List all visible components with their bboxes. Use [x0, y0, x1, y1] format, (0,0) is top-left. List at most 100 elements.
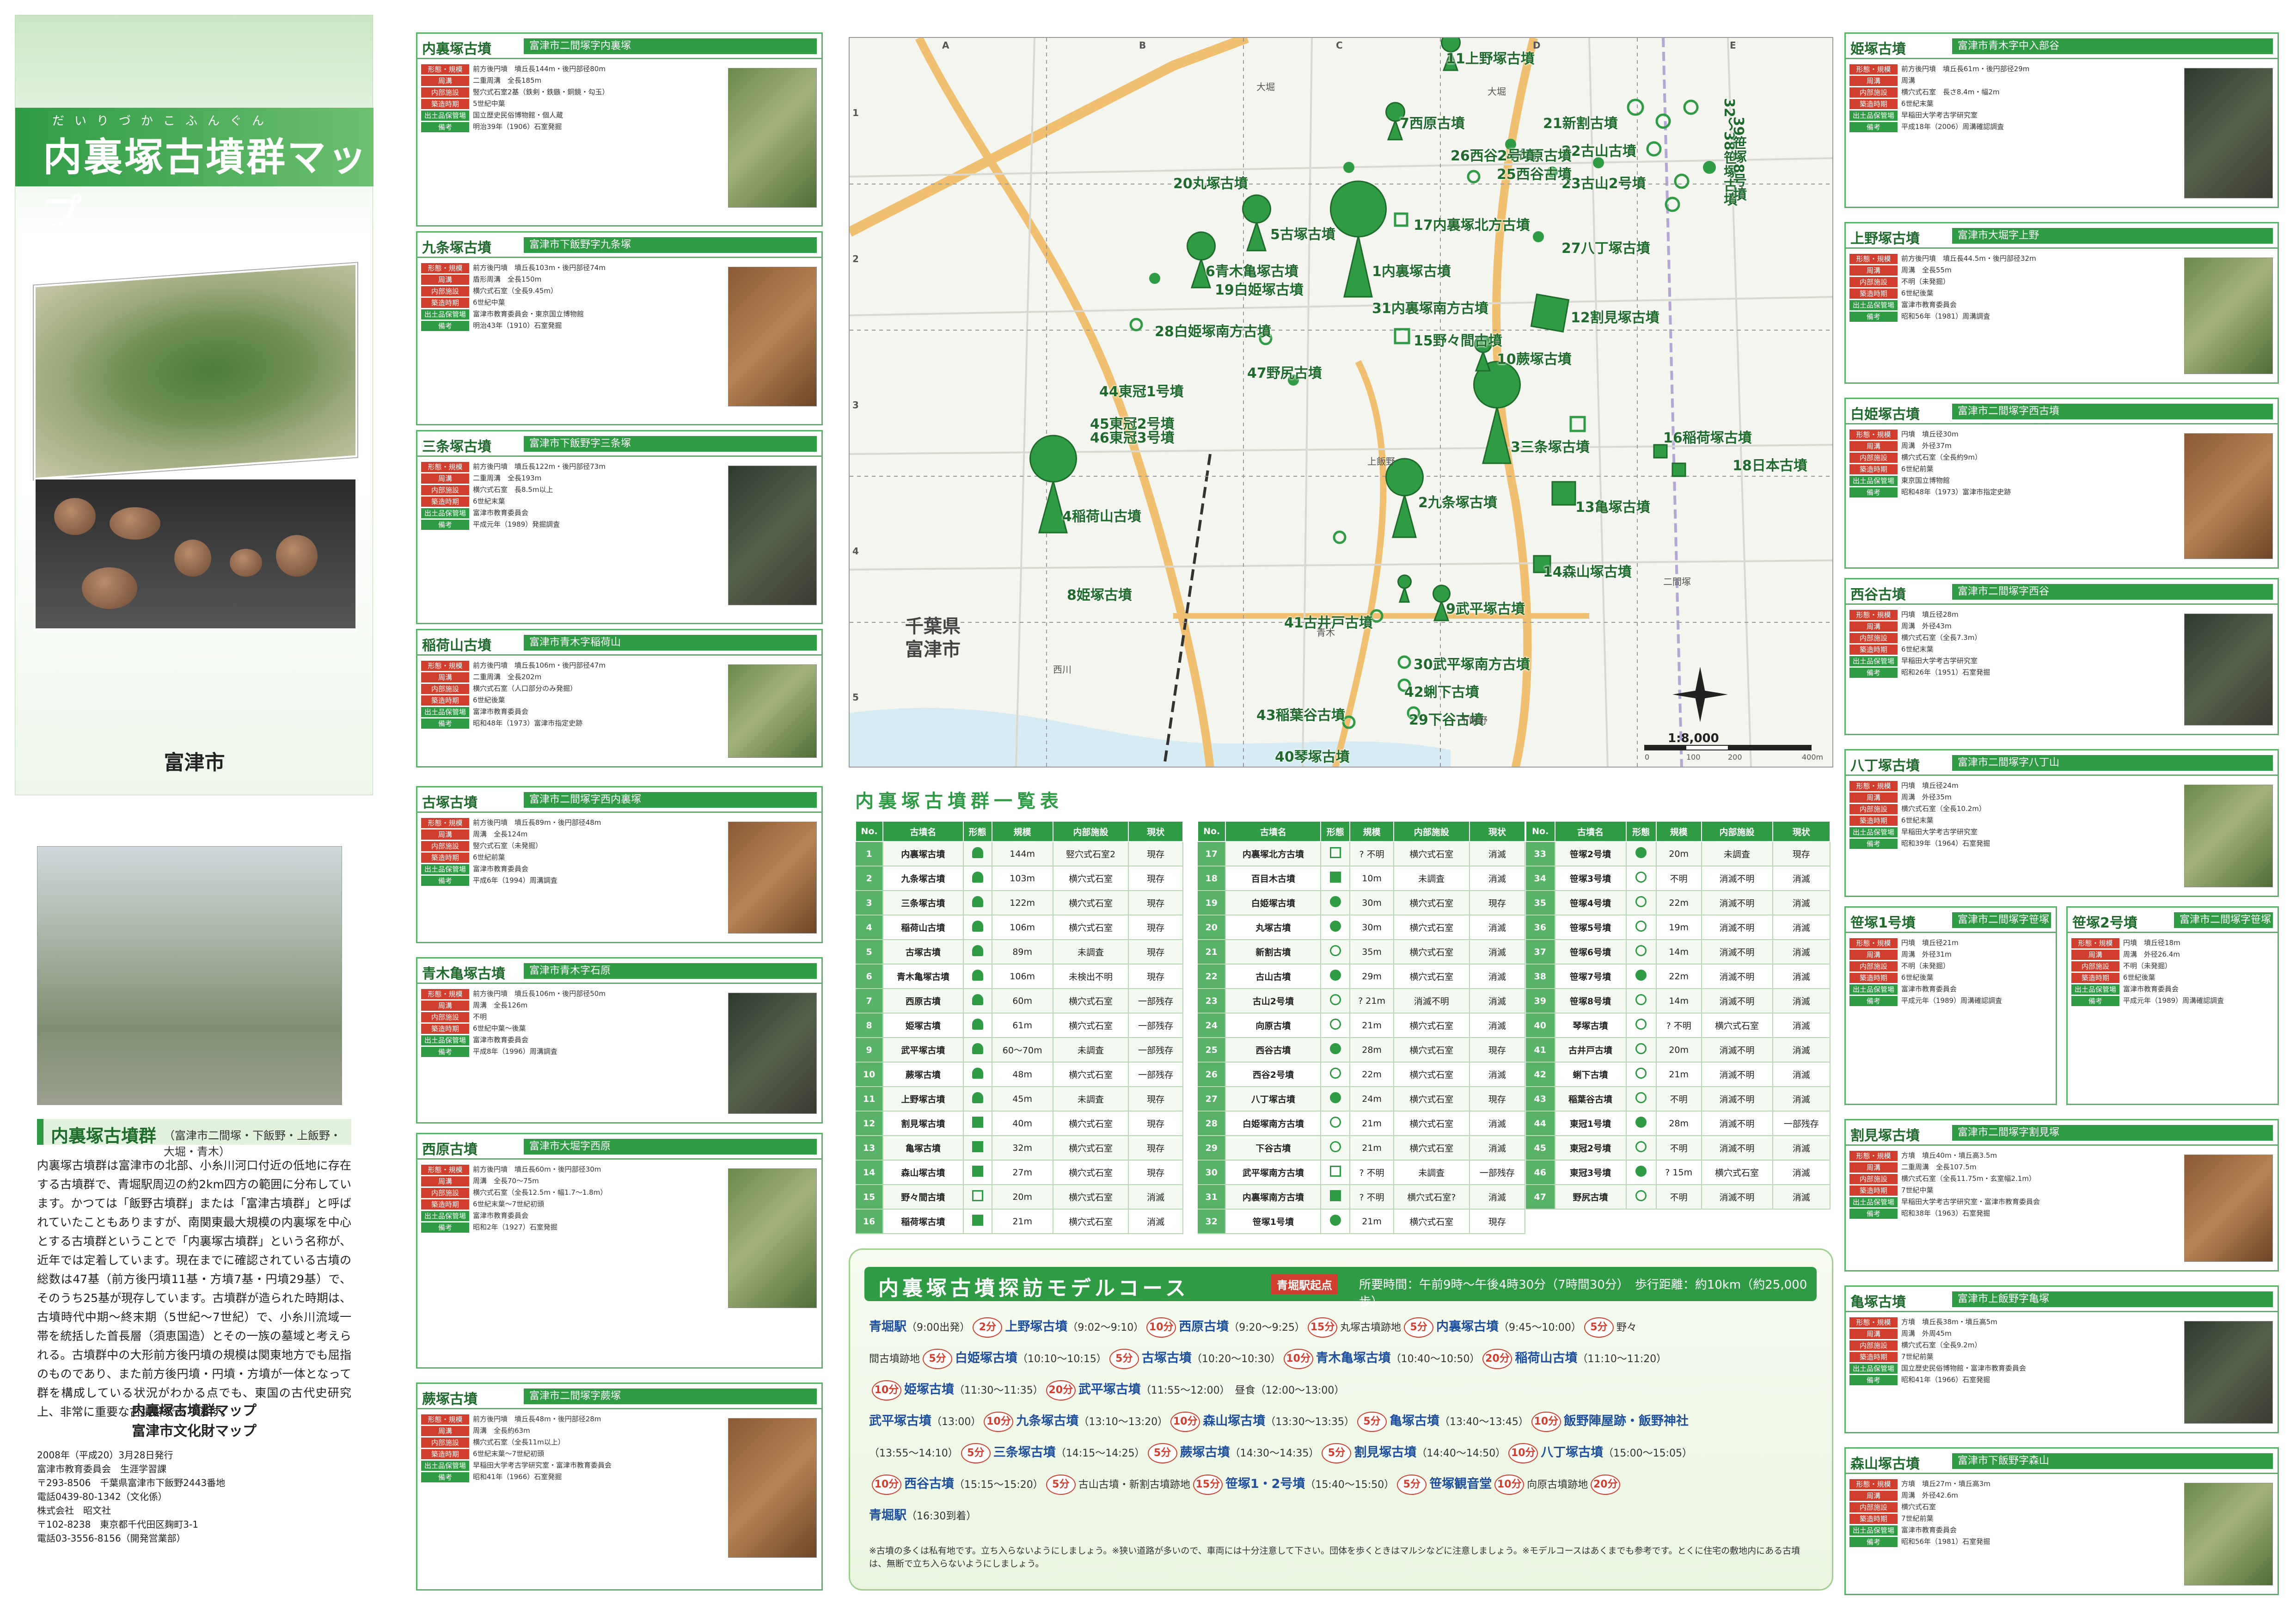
course-stop[interactable]: 稲荷山古墳: [1515, 1351, 1577, 1365]
course-stop[interactable]: 森山塚古墳: [1203, 1414, 1265, 1428]
map-label[interactable]: 28白姫塚南方古墳: [1155, 320, 1271, 340]
map-label[interactable]: 20丸塚古墳: [1173, 172, 1248, 192]
list-no: 35: [1526, 891, 1555, 915]
list-size: ? 不明: [1656, 1013, 1702, 1038]
site-row: 出土品保管場所富津市教育委員会: [1849, 984, 2053, 1004]
course-minutes-badge: 5分: [961, 1443, 991, 1463]
map-label[interactable]: 47野尻古墳: [1247, 362, 1322, 382]
map-label[interactable]: 46東冠3号墳: [1090, 426, 1175, 447]
site-row-label: 内部施設: [2071, 961, 2119, 971]
site-name: 西原古墳: [422, 1142, 478, 1158]
course-stop[interactable]: 九条塚古墳: [1016, 1414, 1078, 1428]
map-label[interactable]: 39笹塚8号墳: [1728, 117, 1748, 201]
map-label[interactable]: 16稲荷塚古墳: [1663, 426, 1752, 447]
list-status: 一部残存: [1772, 1111, 1831, 1136]
site-row-value: 横穴式石室（全長約9m）: [1901, 453, 1982, 461]
map-label[interactable]: 13亀塚古墳: [1575, 496, 1650, 516]
course-stop[interactable]: 武平塚古墳: [869, 1414, 931, 1428]
course-stop[interactable]: 三条塚古墳: [993, 1445, 1056, 1460]
course-stop[interactable]: 笹塚観音堂: [1429, 1477, 1492, 1491]
map-label[interactable]: 27八丁塚古墳: [1561, 237, 1650, 257]
course-stop[interactable]: 古塚古墳: [1142, 1351, 1192, 1365]
map-label[interactable]: 18日本古墳: [1733, 454, 1807, 474]
list-no: 4: [856, 915, 884, 940]
site-row: 備考 昭和48年（1973）富津市指定史跡: [1849, 487, 2178, 498]
table-row: 16 稲荷塚古墳 21m 横穴式石室 消滅: [856, 1209, 1183, 1234]
site-row-value: 横穴式石室 長さ8.4m・幅2m: [1901, 88, 2000, 96]
map-label[interactable]: 4稲荷山古墳: [1062, 505, 1141, 525]
map-label[interactable]: 7西原古墳: [1400, 112, 1465, 132]
course-stop[interactable]: 白姫塚古墳: [955, 1351, 1017, 1365]
site-photo: [728, 466, 817, 605]
course-stop[interactable]: 青木亀塚古墳: [1316, 1351, 1391, 1365]
course-minutes-badge: 5分: [1147, 1443, 1177, 1463]
site-row-label: 築造時期: [1849, 973, 1898, 983]
site-row-value: 平成元年（1989）周溝確認調査: [1901, 996, 2002, 1005]
course-stop[interactable]: 八丁塚古墳: [1541, 1445, 1603, 1460]
map-label[interactable]: 19白姫塚古墳: [1215, 278, 1304, 299]
list-internal: 消滅不明: [1701, 1136, 1773, 1161]
map-label[interactable]: 9武平塚古墳: [1446, 597, 1525, 618]
map-label[interactable]: 31内裏塚南方古墳: [1372, 297, 1488, 317]
list-internal: 横穴式石室: [1393, 1038, 1470, 1063]
course-stop[interactable]: 姫塚古墳: [904, 1382, 954, 1397]
map-label[interactable]: 12割見塚古墳: [1571, 306, 1659, 326]
course-stop[interactable]: 内裏塚古墳: [1436, 1320, 1499, 1334]
course-stop[interactable]: 亀塚古墳: [1390, 1414, 1439, 1428]
course-stop[interactable]: 飯野陣屋跡・飯野神社: [1564, 1414, 1689, 1428]
map-label[interactable]: 23古山2号墳: [1561, 172, 1646, 192]
list-size: 22m: [1656, 891, 1702, 915]
course-stop[interactable]: 蕨塚古墳: [1180, 1445, 1230, 1460]
list-no: 46: [1526, 1160, 1555, 1185]
site-row: 築造時期 6世紀末葉: [1849, 645, 2178, 655]
list-status: 一部残存: [1469, 1160, 1526, 1185]
map-label[interactable]: 8姫塚古墳: [1067, 584, 1132, 604]
list-name: 笹塚1号墳: [1225, 1209, 1322, 1234]
map-label[interactable]: 21新割古墳: [1543, 112, 1618, 132]
map-label[interactable]: 15野々間古墳: [1414, 329, 1502, 350]
map-label[interactable]: 25西谷古墳: [1497, 163, 1572, 183]
map-label[interactable]: 40琴塚古墳: [1275, 745, 1350, 766]
course-stop[interactable]: 武平塚古墳: [1078, 1382, 1141, 1397]
site-photo: [2184, 68, 2273, 198]
course-stop[interactable]: 笹塚1・2号墳: [1225, 1477, 1305, 1491]
course-stop[interactable]: 西谷古墳: [904, 1477, 954, 1491]
list-name: 向原古墳: [1225, 1013, 1322, 1038]
map-label[interactable]: 6青木亀塚古墳: [1206, 260, 1298, 280]
course-stop[interactable]: 青堀駅: [869, 1508, 906, 1523]
list-status: 現存: [1469, 1087, 1526, 1112]
artifact-photo: [34, 478, 357, 630]
map-label[interactable]: 17内裏塚北方古墳: [1414, 214, 1530, 234]
map-label[interactable]: 1内裏塚古墳: [1372, 260, 1451, 280]
course-stop[interactable]: 上野塚古墳: [1005, 1320, 1067, 1334]
map-label[interactable]: 3三条塚古墳: [1511, 436, 1590, 456]
course-stop[interactable]: 青堀駅: [869, 1320, 906, 1334]
site-row-label: 備考: [421, 321, 469, 331]
site-row-value: 平成6年（1994）周溝調査: [473, 876, 557, 885]
map-label[interactable]: 10蕨塚古墳: [1497, 348, 1572, 368]
map-row-number: 4: [852, 546, 859, 557]
map-label[interactable]: 5古塚古墳: [1270, 223, 1335, 243]
site-row-value: 方墳 墳丘27m・墳丘高3m: [1901, 1480, 1990, 1488]
list-no: 25: [1198, 1038, 1226, 1063]
map-label[interactable]: 42蜊下古墳: [1404, 681, 1479, 701]
course-stop[interactable]: 割見塚古墳: [1354, 1445, 1416, 1460]
map-label[interactable]: 43稲葉谷古墳: [1256, 704, 1345, 724]
map-label[interactable]: 22古山古墳: [1561, 140, 1636, 160]
site-row-value: 円墳 墳丘径28m: [1901, 610, 1959, 619]
course-stop[interactable]: 西原古墳: [1179, 1320, 1229, 1334]
map-label[interactable]: 44東冠1号墳: [1099, 380, 1184, 400]
tumulus-shape-icon: [972, 1141, 983, 1152]
pub-date: 2008年（平成20）3月28日発行: [37, 1450, 173, 1461]
map-label[interactable]: 2九条塚古墳: [1418, 491, 1497, 511]
site-address: 富津市二間塚字蕨塚: [524, 1389, 817, 1404]
map-label[interactable]: 30武平塚南方古墳: [1414, 653, 1530, 673]
map-area[interactable]: 1内裏塚古墳 2九条塚古墳 3三条塚古墳 4稲荷山古墳 5古塚古墳 6青木亀塚古墳 7西原古…: [849, 37, 1833, 768]
map-label[interactable]: 14森山塚古墳: [1543, 560, 1632, 581]
site-card: 笹塚1号墳 富津市二間塚字笹塚 形態・規模 円墳 墳丘径21m 周溝 周溝 外径31m 内部…: [1844, 906, 2057, 1105]
site-row-label: 形態・規模: [421, 1414, 469, 1425]
site-row-label: 出土品保管場所: [421, 1035, 469, 1055]
map-label[interactable]: 26西谷2号墳: [1451, 144, 1535, 165]
map-label[interactable]: 11上野塚古墳: [1446, 47, 1535, 68]
site-row: 周溝 周溝 外径37m: [1849, 441, 2178, 451]
